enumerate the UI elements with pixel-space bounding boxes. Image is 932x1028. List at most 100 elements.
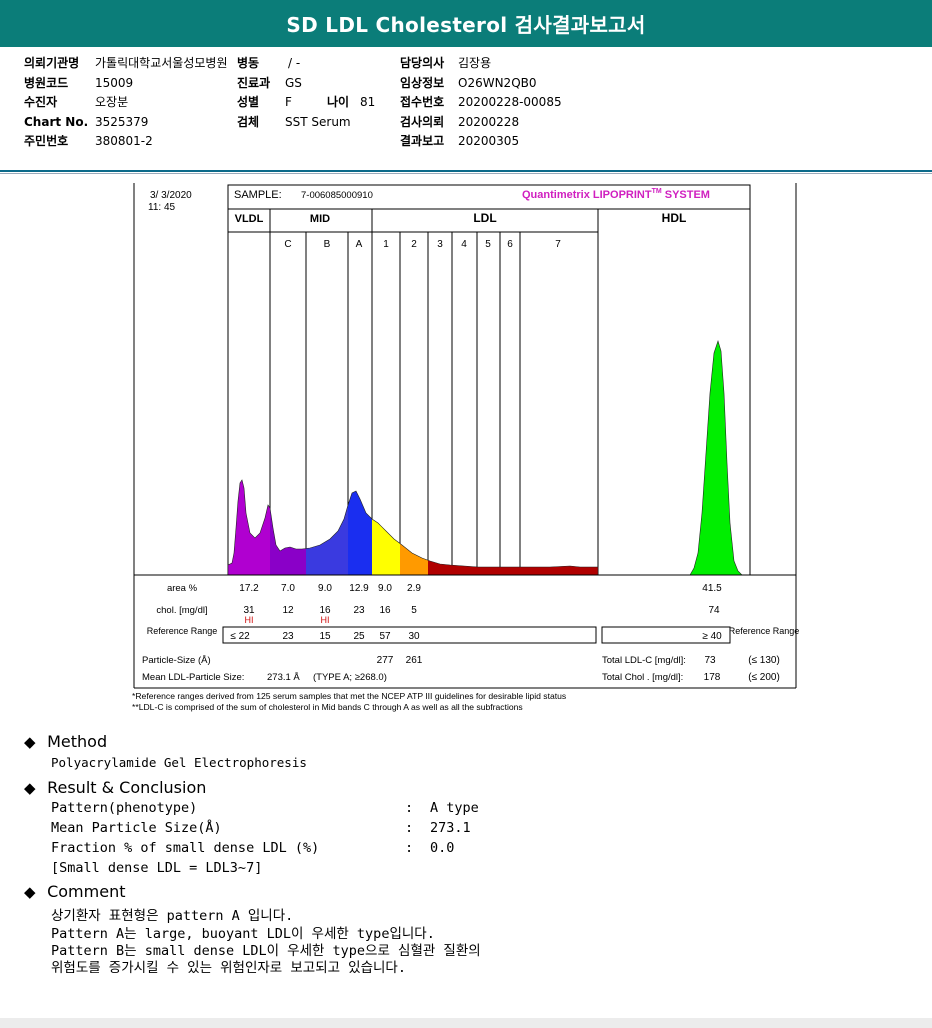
ward-value: / - xyxy=(288,56,301,70)
receipt-label: 접수번호 xyxy=(400,95,445,109)
header-divider xyxy=(0,170,932,172)
result-label-pattern: Pattern(phenotype) xyxy=(51,800,198,816)
hospital-code-label: 병원코드 xyxy=(24,76,69,90)
patient-info: 의뢰기관명 가톨릭대학교서울성모병원 병동 / - 담당의사 김장용 병원코드 … xyxy=(0,52,932,152)
result-value-mean-size: 273.1 xyxy=(430,820,471,836)
chart-no-value: 3525379 xyxy=(95,115,149,129)
particle-size-label: Particle-Size (Å) xyxy=(142,655,211,666)
request-value: 20200228 xyxy=(458,115,520,129)
band-c: C xyxy=(284,239,291,250)
method-heading: ◆ Method xyxy=(24,732,108,751)
band-6: 6 xyxy=(507,239,513,250)
examinee-label: 수진자 xyxy=(24,95,58,109)
doctor-label: 담당의사 xyxy=(400,56,445,70)
ref-mid-b: 15 xyxy=(319,631,331,642)
group-ldl: LDL xyxy=(473,211,496,225)
comment-heading: ◆ Comment xyxy=(24,882,126,901)
lipoprint-report: 3/ 3/2020 11: 45 SAMPLE: 7-006085000910 … xyxy=(132,183,800,712)
result-sep-pattern: : xyxy=(405,800,414,816)
resident-value: 380801-2 xyxy=(95,134,153,148)
chol-ldl2: 5 xyxy=(411,605,417,616)
receipt-value: 20200228-00085 xyxy=(458,95,562,109)
institution-value: 가톨릭대학교서울성모병원 xyxy=(95,56,228,70)
request-label: 검사의뢰 xyxy=(400,115,445,129)
footer-strip xyxy=(0,1018,932,1028)
band-4: 4 xyxy=(461,239,467,250)
group-hdl: HDL xyxy=(662,211,687,225)
ward-label: 병동 xyxy=(237,56,260,70)
chol-hdl: 74 xyxy=(708,605,720,616)
report-title: SD LDL Cholesterol 검사결과보고서 xyxy=(286,13,646,37)
footnote-1: *Reference ranges derived from 125 serum… xyxy=(132,691,566,701)
hi-flag-mid-b: HI xyxy=(321,615,330,625)
result-label-mean-size: Mean Particle Size(Å) xyxy=(51,820,222,836)
hospital-code-value: 15009 xyxy=(95,76,134,90)
result-sep-fraction: : xyxy=(405,840,414,856)
mean-size-value: 273.1 Å xyxy=(267,672,300,683)
bullet-diamond-icon: ◆ xyxy=(24,779,36,797)
chol-mid-c: 12 xyxy=(282,605,294,616)
ref-ldl1: 57 xyxy=(379,631,391,642)
bullet-diamond-icon: ◆ xyxy=(24,733,36,751)
ref-mid-a: 25 xyxy=(353,631,365,642)
chol-row-label: chol. [mg/dl] xyxy=(156,605,207,616)
result-sep-mean-size: : xyxy=(405,820,414,836)
mean-size-type: (TYPE A; ≥268.0) xyxy=(313,672,387,683)
chol-mid-a: 23 xyxy=(353,605,365,616)
footnote-2: **LDL-C is comprised of the sum of chole… xyxy=(132,702,523,712)
resident-label: 주민번호 xyxy=(24,134,69,148)
report-date-label: 결과보고 xyxy=(400,134,445,148)
header-divider-thin xyxy=(0,173,932,174)
sex-label: 성별 xyxy=(237,95,260,109)
ref-mid-c: 23 xyxy=(282,631,294,642)
total-chol-value: 178 xyxy=(704,672,721,683)
brand-name: Quantimetrix LIPOPRINTTM SYSTEM xyxy=(522,188,710,201)
sex-value: F xyxy=(285,95,292,109)
band-3: 3 xyxy=(437,239,443,250)
result-value-fraction: 0.0 xyxy=(430,840,455,856)
band-1: 1 xyxy=(383,239,389,250)
total-chol-ref: (≤ 200) xyxy=(748,672,780,683)
result-heading: ◆ Result & Conclusion xyxy=(24,778,207,797)
group-mid: MID xyxy=(310,213,330,225)
dept-value: GS xyxy=(285,76,302,90)
run-time: 11: 45 xyxy=(148,202,175,213)
ref-range-label-right: Reference Range xyxy=(729,626,800,636)
area-mid-c: 7.0 xyxy=(281,583,295,594)
band-2: 2 xyxy=(411,239,417,250)
chart-no-label: Chart No. xyxy=(24,115,89,129)
area-vldl: 17.2 xyxy=(239,583,259,594)
method-text: Polyacrylamide Gel Electrophoresis xyxy=(51,755,307,770)
doctor-value: 김장용 xyxy=(458,56,492,70)
report-title-bar: SD LDL Cholesterol 검사결과보고서 xyxy=(0,0,932,47)
examinee-value: 오장분 xyxy=(95,95,129,109)
institution-label: 의뢰기관명 xyxy=(24,56,80,70)
run-date: 3/ 3/2020 xyxy=(150,190,192,201)
specimen-label: 검체 xyxy=(237,115,260,129)
area-ldl1: 9.0 xyxy=(378,583,392,594)
comment-line-4: 위험도를 증가시킬 수 있는 위험인자로 보고되고 있습니다. xyxy=(51,960,406,976)
area-mid-a: 12.9 xyxy=(349,583,369,594)
band-5: 5 xyxy=(485,239,491,250)
dept-label: 진료과 xyxy=(237,76,271,90)
clinical-label: 임상정보 xyxy=(400,76,445,90)
ref-ldl2: 30 xyxy=(408,631,420,642)
hdl-fill xyxy=(689,340,743,576)
hi-flag-vldl: HI xyxy=(245,615,254,625)
area-mid-b: 9.0 xyxy=(318,583,332,594)
result-note: [Small dense LDL = LDL3~7] xyxy=(51,860,263,876)
bullet-diamond-icon: ◆ xyxy=(24,883,36,901)
chol-ldl1: 16 xyxy=(379,605,391,616)
ref-range-label: Reference Range xyxy=(147,626,218,636)
result-label-fraction: Fraction % of small dense LDL (%) xyxy=(51,840,320,856)
total-ldl-ref: (≤ 130) xyxy=(748,655,780,666)
result-value-pattern: A type xyxy=(430,800,479,816)
band-b: B xyxy=(324,239,331,250)
total-chol-label: Total Chol . [mg/dl]: xyxy=(602,672,683,683)
mean-size-label: Mean LDL-Particle Size: xyxy=(142,672,244,683)
total-ldl-label: Total LDL-C [mg/dl]: xyxy=(602,655,686,666)
profile-fills xyxy=(227,340,743,576)
band-a: A xyxy=(356,239,363,250)
age-label: 나이 xyxy=(327,95,350,109)
area-ldl2: 2.9 xyxy=(407,583,421,594)
